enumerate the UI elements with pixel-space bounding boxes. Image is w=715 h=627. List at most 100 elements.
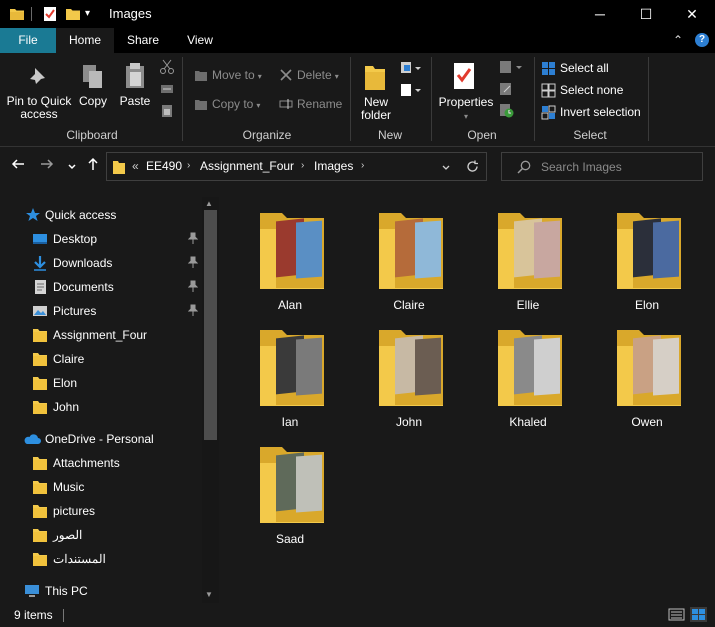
sidebar-item-downloads[interactable]: Downloads xyxy=(0,251,200,275)
sidebar-item-assignment-four[interactable]: Assignment_Four xyxy=(0,323,200,347)
open-icon[interactable] xyxy=(499,60,525,77)
paste-shortcut-icon[interactable] xyxy=(159,103,175,122)
close-button[interactable]: ✕ xyxy=(669,0,715,28)
new-folder-line2: folder xyxy=(360,108,392,122)
breadcrumb-overflow[interactable]: « xyxy=(132,159,139,173)
sidebar-item-item-3[interactable]: الصور xyxy=(0,523,200,547)
pin-icon[interactable] xyxy=(187,304,199,319)
copy-to-button[interactable]: Copy to ▾ xyxy=(212,98,260,112)
folder-thumbnail-icon xyxy=(379,209,449,289)
folder-thumbnail-icon xyxy=(260,443,330,523)
large-icons-view-icon[interactable] xyxy=(690,607,707,622)
folder-icon xyxy=(32,551,48,570)
sidebar-item-john[interactable]: John xyxy=(0,395,200,419)
sidebar-item-item-4[interactable]: المستندات xyxy=(0,547,200,571)
breadcrumb-ee490[interactable]: EE490 xyxy=(146,159,182,173)
select-none-button[interactable]: Select none xyxy=(560,84,623,97)
details-view-icon[interactable] xyxy=(668,607,685,622)
sidebar-scrollbar-thumb[interactable] xyxy=(204,210,217,440)
paste-button[interactable]: Paste xyxy=(118,95,152,108)
address-bar[interactable]: « EE490 › Assignment_Four › Images › xyxy=(106,152,487,181)
breadcrumb-chevron-icon[interactable]: › xyxy=(187,160,190,171)
minimize-button[interactable]: ─ xyxy=(577,0,623,28)
folder-item[interactable]: John xyxy=(351,318,451,429)
sidebar-item-onedrive[interactable]: OneDrive - Personal xyxy=(0,427,200,451)
sidebar-item-quick-access[interactable]: Quick access xyxy=(0,203,200,227)
sidebar-item-documents[interactable]: Documents xyxy=(0,275,200,299)
easy-access-icon[interactable] xyxy=(400,83,422,100)
search-input[interactable] xyxy=(541,159,696,175)
customize-toolbar-dropdown[interactable]: ▾ xyxy=(85,8,90,19)
properties-button[interactable]: Properties ▾ xyxy=(436,96,496,123)
pin-to-quick-access-button[interactable]: Pin to Quick access xyxy=(4,95,74,121)
folder-item[interactable]: Elon xyxy=(589,201,689,312)
sidebar-item-elon[interactable]: Elon xyxy=(0,371,200,395)
sidebar-item-desktop[interactable]: Desktop xyxy=(0,227,200,251)
move-to-label: Move to xyxy=(212,68,255,82)
folder-item[interactable]: Khaled xyxy=(470,318,570,429)
up-arrow-icon[interactable] xyxy=(86,157,100,175)
move-to-button[interactable]: Move to ▾ xyxy=(212,69,262,83)
sidebar-item-claire[interactable]: Claire xyxy=(0,347,200,371)
pin-label-line2: access xyxy=(20,107,58,121)
copy-button[interactable]: Copy xyxy=(76,95,110,108)
edit-icon[interactable] xyxy=(499,82,515,99)
refresh-icon[interactable] xyxy=(466,160,479,176)
search-box[interactable] xyxy=(501,152,703,181)
sidebar-item-pictures[interactable]: Pictures xyxy=(0,299,200,323)
folder-item[interactable]: Ellie xyxy=(470,201,570,312)
breadcrumb-chevron-icon[interactable]: › xyxy=(361,160,364,171)
sidebar-item-label: OneDrive - Personal xyxy=(45,432,154,446)
folder-item[interactable]: Ian xyxy=(232,318,332,429)
sidebar-item-attachments[interactable]: Attachments xyxy=(0,451,200,475)
forward-arrow-icon[interactable] xyxy=(40,157,54,175)
copy-path-icon[interactable] xyxy=(159,81,175,100)
delete-icon xyxy=(279,68,293,85)
cut-icon[interactable] xyxy=(159,59,175,78)
scroll-down-icon[interactable]: ▼ xyxy=(205,590,213,599)
new-folder-button[interactable]: New folder xyxy=(356,96,396,122)
scroll-up-icon[interactable]: ▲ xyxy=(205,199,213,208)
properties-icon[interactable] xyxy=(42,6,58,25)
clipboard-group-label: Clipboard xyxy=(66,128,118,142)
history-icon[interactable] xyxy=(499,103,515,122)
ribbon-separator xyxy=(648,57,649,141)
tab-view[interactable]: View xyxy=(172,28,228,53)
breadcrumb-chevron-icon[interactable]: › xyxy=(301,160,304,171)
collapse-ribbon-button[interactable]: ⌃ xyxy=(673,33,683,47)
folder-item[interactable]: Alan xyxy=(232,201,332,312)
desktop-icon xyxy=(32,231,48,250)
folder-thumbnail-icon xyxy=(260,209,330,289)
sidebar-item-label: Quick access xyxy=(45,208,117,222)
folder-name: John xyxy=(395,415,423,429)
folder-item[interactable]: Claire xyxy=(351,201,451,312)
tab-file[interactable]: File xyxy=(0,28,56,53)
delete-button[interactable]: Delete ▾ xyxy=(297,69,339,83)
folder-item[interactable]: Owen xyxy=(589,318,689,429)
file-list: Alan Claire Ellie Elon Ian John Khaled Owen Saad xyxy=(220,185,715,603)
status-separator xyxy=(63,609,64,622)
tab-share[interactable]: Share xyxy=(114,28,172,53)
help-icon[interactable]: ? xyxy=(695,33,709,47)
select-all-button[interactable]: Select all xyxy=(560,62,609,75)
invert-selection-button[interactable]: Invert selection xyxy=(560,106,641,119)
breadcrumb-images[interactable]: Images xyxy=(314,159,353,173)
pin-icon[interactable] xyxy=(187,232,199,247)
sidebar-item-pictures[interactable]: pictures xyxy=(0,499,200,523)
sidebar-item-music[interactable]: Music xyxy=(0,475,200,499)
rename-button[interactable]: Rename xyxy=(297,98,342,111)
new-folder-icon[interactable] xyxy=(65,6,81,25)
sidebar-item-this-pc[interactable]: This PC xyxy=(0,579,200,603)
pin-icon[interactable] xyxy=(187,280,199,295)
pin-icon[interactable] xyxy=(187,256,199,271)
address-history-chevron-icon[interactable] xyxy=(441,162,451,176)
recent-locations-chevron-icon[interactable] xyxy=(67,159,77,176)
folder-item[interactable]: Saad xyxy=(232,435,332,546)
maximize-button[interactable]: ☐ xyxy=(623,0,669,28)
new-item-icon[interactable] xyxy=(400,61,422,78)
back-arrow-icon[interactable] xyxy=(11,157,25,175)
paste-icon xyxy=(124,62,146,93)
folder-icon xyxy=(32,399,48,418)
breadcrumb-assignment-four[interactable]: Assignment_Four xyxy=(200,159,294,173)
tab-home[interactable]: Home xyxy=(56,28,114,53)
